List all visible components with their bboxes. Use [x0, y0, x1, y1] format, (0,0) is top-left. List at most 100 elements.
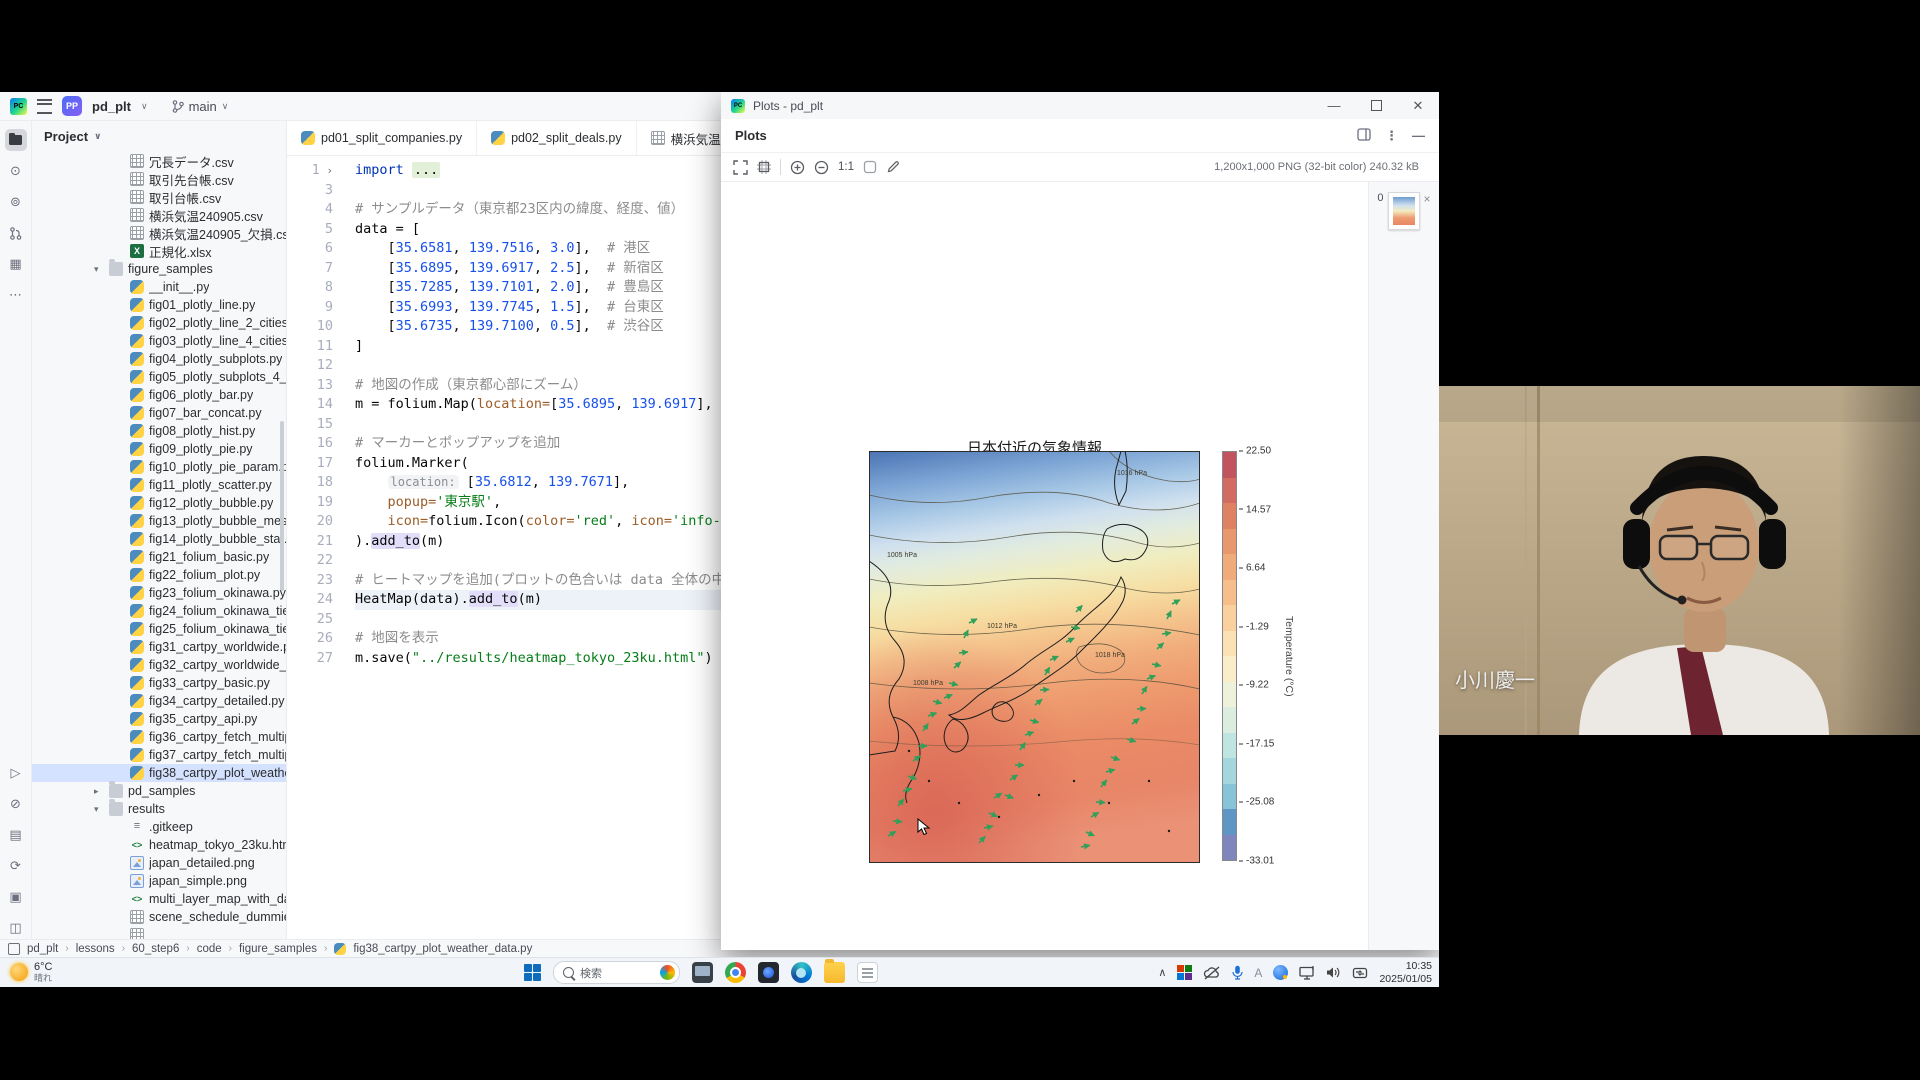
- tree-item[interactable]: fig06_plotly_bar.py: [32, 386, 286, 404]
- taskbar-app-monitor[interactable]: [692, 962, 713, 983]
- weather-widget[interactable]: 6°C 晴れ: [0, 962, 62, 983]
- tree-item[interactable]: fig04_plotly_subplots.py: [32, 350, 286, 368]
- tree-item[interactable]: scene_schedule_dummies.csv: [32, 908, 286, 926]
- taskbar-app-dark[interactable]: [758, 962, 779, 983]
- chevron-icon[interactable]: ▾: [94, 804, 104, 815]
- tree-item[interactable]: fig02_plotly_line_2_cities.py: [32, 314, 286, 332]
- tree-item[interactable]: fig32_cartpy_worldwide_azimuthal_m: [32, 656, 286, 674]
- tree-item[interactable]: fig11_plotly_scatter.py: [32, 476, 286, 494]
- chevron-icon[interactable]: ▾: [94, 264, 104, 275]
- tree-item[interactable]: fig07_bar_concat.py: [32, 404, 286, 422]
- tree-item[interactable]: fig38_cartpy_plot_weather_data.py: [32, 764, 286, 782]
- tree-item[interactable]: fig03_plotly_line_4_cities_add_trace.p: [32, 332, 286, 350]
- project-avatar[interactable]: PP: [62, 96, 82, 116]
- tree-item[interactable]: fig34_cartpy_detailed.py: [32, 692, 286, 710]
- display-cast-icon[interactable]: [1299, 966, 1315, 980]
- edge-icon[interactable]: [791, 962, 812, 983]
- editor-tab[interactable]: pd02_split_deals.py: [477, 121, 637, 155]
- close-thumbnail-icon[interactable]: ×: [1424, 192, 1431, 206]
- search-highlights-icon[interactable]: [660, 965, 675, 980]
- zoom-out-icon[interactable]: [814, 160, 829, 175]
- tree-item[interactable]: 取引台帳.csv: [32, 188, 286, 206]
- edit-pen-icon[interactable]: [886, 160, 900, 174]
- terminal-tool-icon[interactable]: ▣: [5, 886, 27, 908]
- zoom-in-icon[interactable]: [790, 160, 805, 175]
- chrome-icon[interactable]: [725, 962, 746, 983]
- breadcrumb-item[interactable]: code: [197, 943, 222, 955]
- notepad-icon[interactable]: [857, 962, 878, 983]
- taskbar-clock[interactable]: 10:35 2025/01/05: [1379, 960, 1432, 984]
- tree-item[interactable]: fig21_folium_basic.py: [32, 548, 286, 566]
- editor-tab[interactable]: pd01_split_companies.py: [287, 121, 477, 155]
- tree-item[interactable]: fig12_plotly_bubble.py: [32, 494, 286, 512]
- tree-item[interactable]: 冗長データ.csv: [32, 152, 286, 170]
- plugins-tool-icon[interactable]: ▦: [5, 253, 27, 275]
- project-panel-title[interactable]: Project: [44, 129, 88, 144]
- plots-titlebar[interactable]: PC Plots - pd_plt — ✕: [721, 92, 1439, 119]
- tree-item[interactable]: fig35_cartpy_api.py: [32, 710, 286, 728]
- tree-item[interactable]: ≡.gitkeep: [32, 818, 286, 836]
- ime-switch-icon[interactable]: [1352, 966, 1368, 980]
- chevron-down-icon[interactable]: ∨: [141, 101, 148, 112]
- start-button[interactable]: [524, 964, 541, 981]
- fit-to-view-icon[interactable]: [733, 160, 748, 175]
- more-options-icon[interactable]: ⋮: [1385, 128, 1398, 144]
- zoom-level[interactable]: 1:1: [838, 161, 854, 173]
- notifications-icon[interactable]: ◫: [5, 917, 27, 939]
- hide-panel-icon[interactable]: —: [1412, 128, 1425, 143]
- tree-item[interactable]: japan_detailed.png: [32, 854, 286, 872]
- project-name[interactable]: pd_plt: [92, 99, 131, 114]
- tree-item[interactable]: fig31_cartpy_worldwide.py: [32, 638, 286, 656]
- search-input[interactable]: 検索: [553, 961, 680, 984]
- tree-item[interactable]: fig10_plotly_pie_param.py: [32, 458, 286, 476]
- tree-item[interactable]: fig23_folium_okinawa.py: [32, 584, 286, 602]
- tree-item[interactable]: fig24_folium_okinawa_tier_layers.py: [32, 602, 286, 620]
- microphone-icon[interactable]: [1232, 965, 1243, 980]
- speaker-icon[interactable]: [1326, 966, 1341, 979]
- ime-mode-icon[interactable]: A: [1254, 966, 1262, 980]
- project-tool-icon[interactable]: [5, 129, 27, 151]
- tree-item[interactable]: <>heatmap_tokyo_23ku.html: [32, 836, 286, 854]
- actual-size-icon[interactable]: [757, 160, 771, 174]
- problems-tool-icon[interactable]: ⟳: [5, 855, 27, 877]
- debug-tool-icon[interactable]: ⊘: [5, 793, 27, 815]
- minimize-button[interactable]: —: [1313, 92, 1355, 119]
- tree-item[interactable]: ▾figure_samples: [32, 260, 286, 278]
- tree-item[interactable]: 横浜気温240905.csv: [32, 206, 286, 224]
- tree-item[interactable]: fig05_plotly_subplots_4_cities.py: [32, 368, 286, 386]
- tree-item[interactable]: 横浜気温240905_欠損.csv: [32, 224, 286, 242]
- chevron-icon[interactable]: ▸: [94, 786, 104, 797]
- fold-icon[interactable]: ›: [320, 164, 333, 177]
- tree-item[interactable]: fig09_plotly_pie.py: [32, 440, 286, 458]
- breadcrumb-item[interactable]: 60_step6: [132, 943, 179, 955]
- maximize-button[interactable]: [1355, 92, 1397, 119]
- widgets-grid-icon[interactable]: [1177, 965, 1192, 980]
- tree-item[interactable]: __init__.py: [32, 278, 286, 296]
- tree-item[interactable]: fig25_folium_okinawa_tier_layers_wit: [32, 620, 286, 638]
- breadcrumb-item[interactable]: fig38_cartpy_plot_weather_data.py: [353, 943, 532, 955]
- close-button[interactable]: ✕: [1397, 92, 1439, 119]
- tree-item[interactable]: X正規化.xlsx: [32, 242, 286, 260]
- assistant-orb-icon[interactable]: [1273, 965, 1288, 980]
- tree-item[interactable]: fig36_cartpy_fetch_multiple.py: [32, 728, 286, 746]
- tree-item[interactable]: fig08_plotly_hist.py: [32, 422, 286, 440]
- tree-item[interactable]: [32, 926, 286, 939]
- services-tool-icon[interactable]: ▤: [5, 824, 27, 846]
- commit-tool-icon[interactable]: ⊙: [5, 160, 27, 182]
- breadcrumb-item[interactable]: figure_samples: [239, 943, 317, 955]
- tree-item[interactable]: fig33_cartpy_basic.py: [32, 674, 286, 692]
- tree-item[interactable]: fig37_cartpy_fetch_multiple_async.py: [32, 746, 286, 764]
- chevron-down-icon[interactable]: ∨: [94, 131, 101, 142]
- tree-item[interactable]: fig22_folium_plot.py: [32, 566, 286, 584]
- run-tool-icon[interactable]: ▷: [5, 762, 27, 784]
- tree-item[interactable]: fig13_plotly_bubble_mesh.py: [32, 512, 286, 530]
- plot-thumbnail[interactable]: [1388, 192, 1420, 230]
- tree-item[interactable]: fig01_plotly_line.py: [32, 296, 286, 314]
- tree-item[interactable]: fig14_plotly_bubble_stat.py: [32, 530, 286, 548]
- tray-chevron-icon[interactable]: ∧: [1158, 966, 1166, 979]
- onedrive-off-icon[interactable]: [1203, 966, 1221, 980]
- tree-item[interactable]: japan_simple.png: [32, 872, 286, 890]
- main-menu-icon[interactable]: [37, 99, 52, 114]
- layout-settings-icon[interactable]: [1357, 128, 1371, 144]
- breadcrumb-item[interactable]: lessons: [76, 943, 115, 955]
